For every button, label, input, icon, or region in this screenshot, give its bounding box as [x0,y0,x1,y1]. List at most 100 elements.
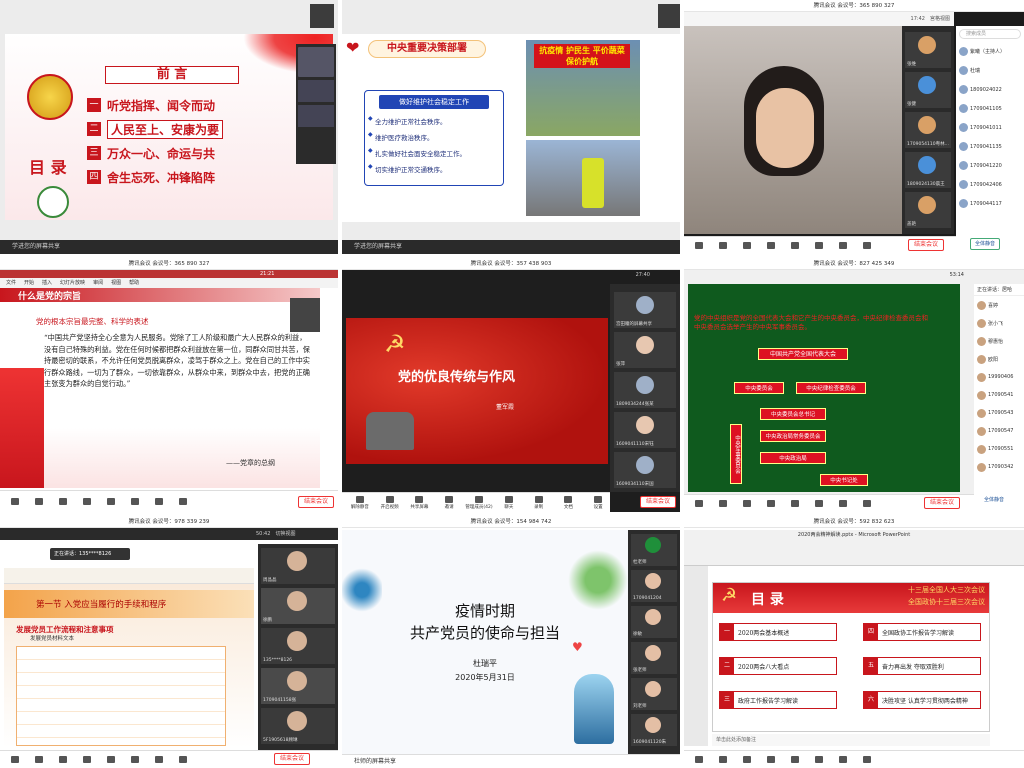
participant-row[interactable]: 紫曦（主持人） [956,42,1024,61]
toolbar-icon [445,495,454,503]
toolbar-button[interactable] [834,242,852,249]
ribbon-tab[interactable]: 审阅 [93,278,103,288]
toolbar-button[interactable] [762,500,780,507]
toolbar-button[interactable] [834,500,852,507]
participant-row[interactable]: 17090547 [974,422,1024,440]
toolbar-button[interactable] [174,498,192,505]
participant-row[interactable]: 张小飞 [974,314,1024,332]
toolbar-button[interactable] [714,756,732,763]
participant-row[interactable]: 1709044117 [956,194,1024,213]
participant-row[interactable]: 1709041105 [956,99,1024,118]
toolbar-button[interactable] [714,242,732,249]
toolbar-button[interactable] [762,756,780,763]
avatar [959,66,968,75]
participant-row[interactable]: 17090342 [974,458,1024,476]
ribbon-tab[interactable]: 开始 [24,278,34,288]
avatar [977,372,986,382]
participant-row[interactable]: 17090551 [974,440,1024,458]
toolbar-button[interactable] [690,756,708,763]
toolbar-button[interactable] [690,242,708,249]
video-tile: 周晶晶 [261,548,335,584]
participant-row[interactable]: 17090541 [974,386,1024,404]
participant-row[interactable]: 19990406 [974,368,1024,386]
toolbar-button[interactable]: 解除静音 [348,495,372,510]
toolbar-label: 管理成员(42) [465,504,493,510]
end-meeting-button[interactable]: 结束会议 [297,496,334,508]
toolbar-button[interactable] [78,756,96,763]
end-meeting-button[interactable]: 结束会议 [907,239,944,251]
end-meeting-button[interactable]: 结束会议 [639,496,676,508]
toolbar-button[interactable] [30,498,48,505]
toolbar-button[interactable]: 邀请 [437,495,461,510]
participant-row[interactable]: 1709042406 [956,175,1024,194]
toolbar-button[interactable] [858,756,876,763]
view-toggle[interactable]: 切换视图 [275,531,295,537]
end-meeting-button[interactable]: 结束会议 [273,753,310,765]
participant-rows: 喜婷 张小飞 穆惠怡 欧阳 19990406 17090541 17090543 170905… [974,296,1024,476]
toolbar-button[interactable] [126,756,144,763]
toolbar-button[interactable]: 录制 [527,495,551,510]
toolbar-button[interactable] [78,498,96,505]
toolbar-button[interactable] [738,756,756,763]
toolbar-button[interactable] [858,500,876,507]
ribbon-tab[interactable]: 插入 [42,278,52,288]
toolbar-button[interactable] [714,500,732,507]
lion-statue-image [366,412,414,450]
ribbon-tab[interactable]: 幻灯片放映 [60,278,85,288]
toolbar-button[interactable] [126,498,144,505]
participant-row[interactable]: 1709041220 [956,156,1024,175]
participant-row[interactable]: 杜瑞 [956,61,1024,80]
view-toggle[interactable]: 宫格视图 [930,16,950,22]
toolbar-button[interactable] [810,500,828,507]
search-input[interactable]: 搜索成员 [959,29,1021,39]
toolbar-button[interactable]: 文档 [557,495,581,510]
toolbar-button[interactable] [30,756,48,763]
participant-row[interactable]: 17090543 [974,404,1024,422]
toolbar-icon [695,500,703,507]
ribbon-tab[interactable]: 帮助 [129,278,139,288]
toolbar-button[interactable] [786,500,804,507]
toolbar-button[interactable] [150,756,168,763]
participant-row[interactable]: 喜婷 [974,296,1024,314]
participant-row[interactable]: 1809024022 [956,80,1024,99]
participant-list: 搜索成员 紫曦（主持人） 杜瑞 1809024022 1709041105 170904… [956,26,1024,254]
toolbar-button[interactable] [762,242,780,249]
toolbar-button[interactable] [786,242,804,249]
participant-name: 张老师 [633,668,647,673]
toolbar-button[interactable]: 设置 [586,495,610,510]
participant-row[interactable]: 1709041135 [956,137,1024,156]
toolbar-button[interactable]: 聊天 [497,495,521,510]
mute-all-button[interactable]: 全体静音 [970,238,1001,250]
toolbar-button[interactable] [738,500,756,507]
toolbar-button[interactable] [150,498,168,505]
toolbar-button[interactable] [6,756,24,763]
speaker-notes[interactable]: 单击此处添加备注 [712,734,990,746]
ribbon-tab[interactable]: 视图 [111,278,121,288]
toolbar-button[interactable] [54,756,72,763]
toolbar-button[interactable]: 共享屏幕 [408,495,432,510]
toolbar-button[interactable] [102,756,120,763]
participant-row[interactable]: 欧阳 [974,350,1024,368]
toolbar-button[interactable] [786,756,804,763]
toolbar-icon [355,495,364,503]
toolbar-button[interactable] [738,242,756,249]
toolbar-button[interactable] [102,498,120,505]
toolbar-button[interactable] [174,756,192,763]
toolbar-label: 文档 [563,504,573,510]
toolbar-button[interactable] [858,242,876,249]
mute-all-button[interactable]: 全体静音 [984,496,1004,506]
ribbon-tab[interactable]: 文件 [6,278,16,288]
toolbar-button[interactable] [54,498,72,505]
toolbar-button[interactable] [690,500,708,507]
panel-4-purpose-slide: 腾讯会议 会议号：365 890 327 21:21 文件 开始 插入 幻灯片放映 审阅… [0,258,338,512]
toolbar-button[interactable] [810,756,828,763]
participant-row[interactable]: 1709041011 [956,118,1024,137]
participant-row[interactable]: 穆惠怡 [974,332,1024,350]
doctor-illustration [574,674,614,744]
end-meeting-button[interactable]: 结束会议 [923,497,960,509]
toolbar-button[interactable]: 管理成员(42) [465,495,493,510]
toolbar-button[interactable]: 开启视频 [378,495,402,510]
toolbar-button[interactable] [6,498,24,505]
toolbar-button[interactable] [810,242,828,249]
toolbar-button[interactable] [834,756,852,763]
